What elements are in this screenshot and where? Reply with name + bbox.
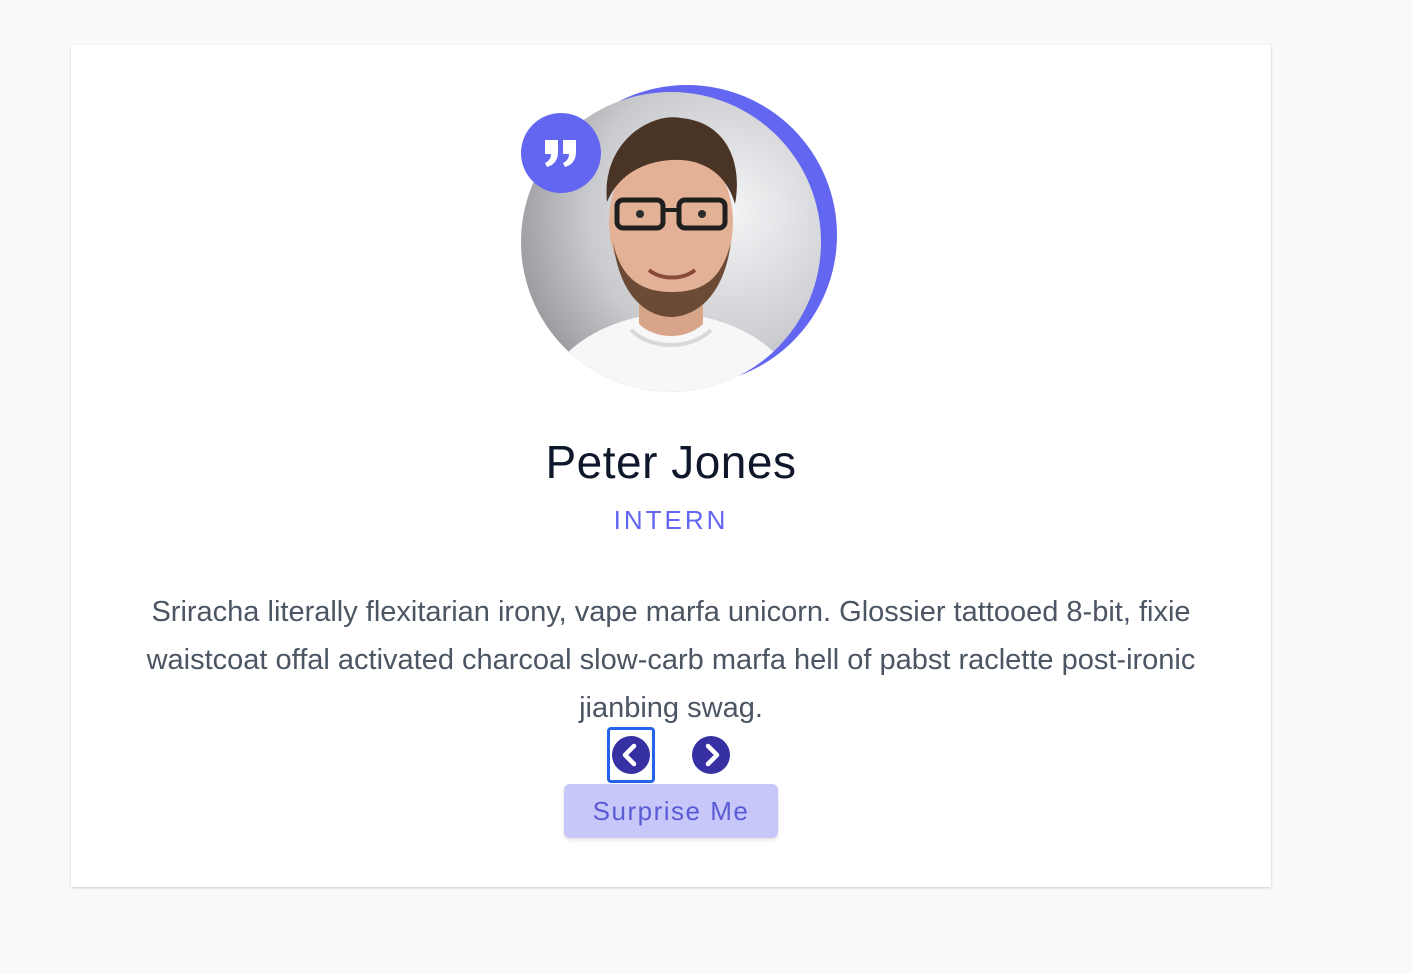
review-card: Peter Jones INTERN Sriracha literally fl… bbox=[71, 45, 1271, 887]
quote-right-icon bbox=[521, 113, 601, 193]
nav-buttons bbox=[607, 727, 747, 783]
chevron-left-icon bbox=[612, 736, 650, 774]
surprise-me-button[interactable]: Surprise Me bbox=[564, 784, 778, 838]
prev-button[interactable] bbox=[607, 727, 655, 783]
reviewer-name: Peter Jones bbox=[545, 436, 797, 488]
reviewer-job: INTERN bbox=[613, 505, 729, 535]
review-text: Sriracha literally flexitarian irony, va… bbox=[146, 596, 1196, 724]
avatar-container bbox=[521, 85, 841, 395]
next-button[interactable] bbox=[687, 727, 735, 783]
chevron-right-icon bbox=[692, 736, 730, 774]
